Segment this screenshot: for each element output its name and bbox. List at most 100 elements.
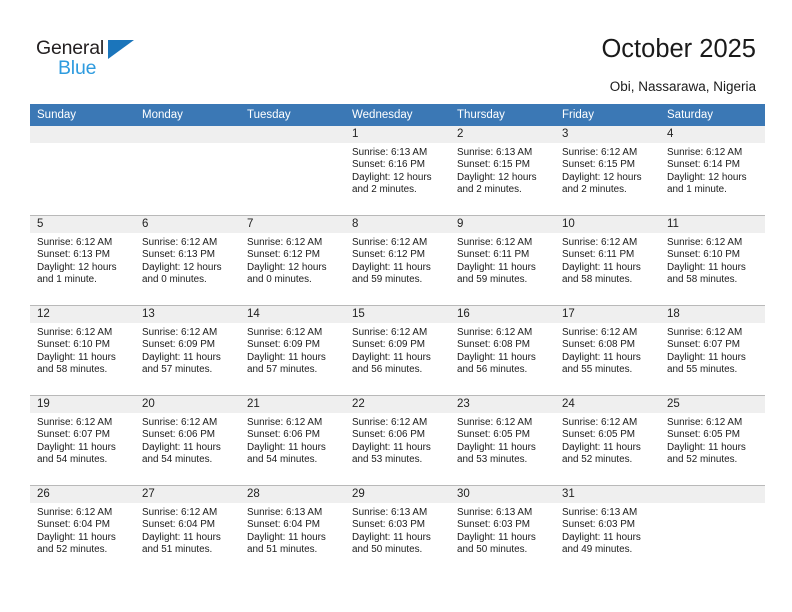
daylight-text-line1: Daylight: 11 hours [457,351,536,363]
day-cell[interactable]: 22 Sunrise: 6:12 AM Sunset: 6:06 PM Dayligh… [345,396,450,485]
daylight-text-line2: and 53 minutes. [457,454,528,466]
day-cell[interactable]: 6 Sunrise: 6:12 AM Sunset: 6:13 PM Daylight… [135,216,240,305]
day-cell[interactable]: 18 Sunrise: 6:12 AM Sunset: 6:07 PM Dayligh… [660,306,765,395]
day-cell[interactable]: 27 Sunrise: 6:12 AM Sunset: 6:04 PM Dayligh… [135,486,240,575]
daylight-text-line1: Daylight: 11 hours [142,351,221,363]
sunset-text: Sunset: 6:06 PM [142,429,216,441]
day-cell[interactable]: 7 Sunrise: 6:12 AM Sunset: 6:12 PM Daylight… [240,216,345,305]
day-cell[interactable]: 4 Sunrise: 6:12 AM Sunset: 6:14 PM Daylight… [660,126,765,215]
day-cell[interactable]: 30 Sunrise: 6:13 AM Sunset: 6:03 PM Dayligh… [450,486,555,575]
daylight-text-line1: Daylight: 11 hours [37,531,116,543]
day-cell[interactable]: 28 Sunrise: 6:13 AM Sunset: 6:04 PM Dayligh… [240,486,345,575]
sunset-text: Sunset: 6:10 PM [37,339,111,351]
day-number: 5 [30,216,135,233]
sunset-text: Sunset: 6:07 PM [667,339,741,351]
day-cell[interactable]: 17 Sunrise: 6:12 AM Sunset: 6:08 PM Dayligh… [555,306,660,395]
day-number: 30 [450,486,555,503]
day-number: 25 [660,396,765,413]
day-cell[interactable]: 2 Sunrise: 6:13 AM Sunset: 6:15 PM Daylight… [450,126,555,215]
day-cell[interactable]: 1 Sunrise: 6:13 AM Sunset: 6:16 PM Daylight… [345,126,450,215]
general-blue-logo[interactable]: General Blue [36,37,156,83]
day-number: 16 [450,306,555,323]
sunrise-text: Sunrise: 6:12 AM [37,417,113,428]
day-cell[interactable]: 12 Sunrise: 6:12 AM Sunset: 6:10 PM Dayligh… [30,306,135,395]
calendar-week-row: 12 Sunrise: 6:12 AM Sunset: 6:10 PM Dayligh… [30,305,765,396]
sunset-text: Sunset: 6:11 PM [457,249,530,261]
sunset-text: Sunset: 6:10 PM [667,249,741,261]
day-sun-info: Sunrise: 6:12 AM Sunset: 6:06 PM Daylight:… [135,413,240,467]
day-number: 3 [555,126,660,143]
sunrise-text: Sunrise: 6:12 AM [457,237,533,248]
day-cell[interactable]: 29 Sunrise: 6:13 AM Sunset: 6:03 PM Dayligh… [345,486,450,575]
day-number: 21 [240,396,345,413]
sunset-text: Sunset: 6:08 PM [562,339,636,351]
day-cell[interactable]: 10 Sunrise: 6:12 AM Sunset: 6:11 PM Dayligh… [555,216,660,305]
day-sun-info: Sunrise: 6:12 AM Sunset: 6:15 PM Daylight:… [555,143,660,197]
day-number: 12 [30,306,135,323]
day-cell[interactable]: 16 Sunrise: 6:12 AM Sunset: 6:08 PM Dayligh… [450,306,555,395]
sunset-text: Sunset: 6:09 PM [247,339,321,351]
day-number: 29 [345,486,450,503]
day-number: 27 [135,486,240,503]
day-sun-info: Sunrise: 6:13 AM Sunset: 6:04 PM Daylight:… [240,503,345,557]
daylight-text-line1: Daylight: 11 hours [667,261,746,273]
sunrise-text: Sunrise: 6:12 AM [667,417,743,428]
calendar-week-row: 5 Sunrise: 6:12 AM Sunset: 6:13 PM Daylight… [30,215,765,306]
day-number: 18 [660,306,765,323]
day-cell[interactable]: 15 Sunrise: 6:12 AM Sunset: 6:09 PM Dayligh… [345,306,450,395]
sunrise-text: Sunrise: 6:12 AM [247,237,323,248]
sunset-text: Sunset: 6:13 PM [37,249,111,261]
day-number [30,126,135,143]
sunset-text: Sunset: 6:12 PM [352,249,426,261]
sunrise-text: Sunrise: 6:12 AM [37,237,113,248]
day-cell[interactable]: 23 Sunrise: 6:12 AM Sunset: 6:05 PM Dayligh… [450,396,555,485]
day-cell[interactable]: 11 Sunrise: 6:12 AM Sunset: 6:10 PM Dayligh… [660,216,765,305]
day-sun-info: Sunrise: 6:12 AM Sunset: 6:11 PM Daylight:… [450,233,555,287]
daylight-text-line1: Daylight: 11 hours [352,261,431,273]
day-number [240,126,345,143]
day-number: 15 [345,306,450,323]
daylight-text-line1: Daylight: 11 hours [142,441,221,453]
day-cell[interactable]: 26 Sunrise: 6:12 AM Sunset: 6:04 PM Dayligh… [30,486,135,575]
daylight-text-line2: and 52 minutes. [37,544,108,556]
daylight-text-line1: Daylight: 11 hours [667,441,746,453]
sunset-text: Sunset: 6:16 PM [352,159,426,171]
sunrise-text: Sunrise: 6:12 AM [667,327,743,338]
daylight-text-line1: Daylight: 12 hours [457,171,537,183]
day-sun-info: Sunrise: 6:12 AM Sunset: 6:09 PM Daylight:… [240,323,345,377]
day-cell[interactable]: 5 Sunrise: 6:12 AM Sunset: 6:13 PM Daylight… [30,216,135,305]
day-cell[interactable]: 19 Sunrise: 6:12 AM Sunset: 6:07 PM Dayligh… [30,396,135,485]
daylight-text-line1: Daylight: 12 hours [247,261,327,273]
day-sun-info: Sunrise: 6:13 AM Sunset: 6:03 PM Daylight:… [555,503,660,557]
day-number: 20 [135,396,240,413]
daylight-text-line1: Daylight: 11 hours [352,531,431,543]
weekday-header-sunday: Sunday [30,104,135,126]
day-cell[interactable]: 3 Sunrise: 6:12 AM Sunset: 6:15 PM Daylight… [555,126,660,215]
sunrise-text: Sunrise: 6:13 AM [457,507,533,518]
sunset-text: Sunset: 6:08 PM [457,339,531,351]
sunrise-text: Sunrise: 6:13 AM [457,147,533,158]
calendar-table: Sunday Monday Tuesday Wednesday Thursday Frid… [30,104,765,575]
day-cell[interactable]: 24 Sunrise: 6:12 AM Sunset: 6:05 PM Dayligh… [555,396,660,485]
day-cell[interactable]: 31 Sunrise: 6:13 AM Sunset: 6:03 PM Dayligh… [555,486,660,575]
daylight-text-line2: and 58 minutes. [37,364,108,376]
daylight-text-line2: and 59 minutes. [457,274,528,286]
day-cell[interactable]: 20 Sunrise: 6:12 AM Sunset: 6:06 PM Dayligh… [135,396,240,485]
day-cell-empty [135,126,240,215]
weekday-header-friday: Friday [555,104,660,126]
sunrise-text: Sunrise: 6:12 AM [562,237,638,248]
day-cell[interactable]: 14 Sunrise: 6:12 AM Sunset: 6:09 PM Dayligh… [240,306,345,395]
day-number: 8 [345,216,450,233]
day-cell[interactable]: 25 Sunrise: 6:12 AM Sunset: 6:05 PM Dayligh… [660,396,765,485]
sunset-text: Sunset: 6:12 PM [247,249,321,261]
day-cell[interactable]: 21 Sunrise: 6:12 AM Sunset: 6:06 PM Dayligh… [240,396,345,485]
day-number: 31 [555,486,660,503]
page-header: General Blue October 2025 Obi, Nassarawa… [0,0,792,104]
day-cell[interactable]: 13 Sunrise: 6:12 AM Sunset: 6:09 PM Dayligh… [135,306,240,395]
day-sun-info: Sunrise: 6:12 AM Sunset: 6:07 PM Daylight:… [30,413,135,467]
daylight-text-line1: Daylight: 12 hours [142,261,222,273]
day-cell[interactable]: 8 Sunrise: 6:12 AM Sunset: 6:12 PM Daylight… [345,216,450,305]
sunrise-text: Sunrise: 6:12 AM [37,507,113,518]
weekday-header-monday: Monday [135,104,240,126]
day-cell[interactable]: 9 Sunrise: 6:12 AM Sunset: 6:11 PM Daylight… [450,216,555,305]
